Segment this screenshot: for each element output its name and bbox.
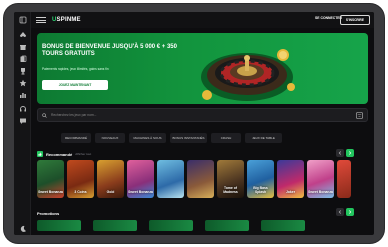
scroll-right-button[interactable] bbox=[346, 149, 354, 157]
welcome-bonus-banner[interactable]: BONUS DE BIENVENUE JUSQU'À 5 000 € + 350… bbox=[37, 33, 368, 104]
banner-subtitle: Paiements rapides, jeux illimités, gains… bbox=[42, 67, 109, 71]
game-tile[interactable]: Big Bass Splash bbox=[247, 160, 274, 198]
game-tile[interactable]: 3 Coins bbox=[67, 160, 94, 198]
moon-icon[interactable] bbox=[18, 224, 27, 233]
filter-icon[interactable] bbox=[356, 112, 363, 119]
game-title: Gold bbox=[106, 190, 115, 195]
tab-instant-bonus[interactable]: BONUS INSTANTANÉS bbox=[170, 133, 207, 143]
scroll-left-button[interactable] bbox=[336, 208, 344, 216]
tab-recommended[interactable]: RECOMMANDÉ bbox=[61, 133, 91, 143]
roulette-wheel-illustration bbox=[201, 49, 295, 101]
chat-icon[interactable] bbox=[18, 116, 27, 125]
hamburger-menu-icon[interactable] bbox=[36, 17, 46, 23]
star-icon[interactable] bbox=[18, 78, 27, 87]
top-bar: USPINME SE CONNECTER S'INSCRIRE bbox=[31, 12, 374, 28]
game-tile[interactable] bbox=[157, 160, 184, 198]
game-search-bar[interactable]: Recherchez les jeux par nom... bbox=[37, 108, 368, 122]
trophy-icon[interactable] bbox=[18, 66, 27, 75]
sidebar-rail bbox=[14, 12, 31, 235]
game-title: 3 Coins bbox=[74, 190, 87, 195]
promotion-card[interactable] bbox=[205, 220, 249, 231]
section-title: Recommandé bbox=[46, 151, 73, 157]
thumbs-up-icon bbox=[37, 151, 43, 157]
spade-icon[interactable] bbox=[18, 30, 27, 39]
game-title bbox=[170, 195, 172, 198]
brand-logo[interactable]: USPINME bbox=[52, 17, 81, 23]
promotions-row bbox=[37, 220, 305, 231]
game-tile[interactable]: Gold bbox=[97, 160, 124, 198]
game-tile[interactable]: Sweet Bonanza bbox=[127, 160, 154, 198]
game-tile[interactable]: Joker bbox=[277, 160, 304, 198]
signup-button[interactable]: S'INSCRIRE bbox=[339, 15, 370, 25]
tab-slots[interactable]: MACHINES À SOUS bbox=[129, 133, 166, 143]
search-input[interactable]: Recherchez les jeux par nom... bbox=[51, 113, 96, 117]
recommended-games-row: Sweet Bonanza 3 Coins Gold Sweet Bonanza… bbox=[37, 160, 351, 198]
promotion-card[interactable] bbox=[149, 220, 193, 231]
game-title: Joker bbox=[285, 190, 296, 195]
game-title: Tome of Madness bbox=[223, 186, 238, 195]
game-tile[interactable]: Sweet Bonanza bbox=[307, 160, 334, 198]
support-icon[interactable] bbox=[18, 104, 27, 113]
promotion-card[interactable] bbox=[261, 220, 305, 231]
menu-collapse-icon[interactable] bbox=[18, 15, 27, 24]
game-title: Sweet Bonanza bbox=[38, 190, 63, 195]
game-title: Sweet Bonanza bbox=[128, 190, 153, 195]
game-title bbox=[200, 195, 202, 198]
gift-icon[interactable] bbox=[18, 42, 27, 51]
banner-title: BONUS DE BIENVENUE JUSQU'À 5 000 € + 350… bbox=[42, 44, 177, 58]
section-title: Promotions bbox=[37, 210, 60, 216]
scroll-right-button[interactable] bbox=[346, 208, 354, 216]
search-icon bbox=[42, 112, 47, 118]
game-tile[interactable]: Tome of Madness bbox=[217, 160, 244, 198]
game-tile[interactable] bbox=[337, 160, 351, 198]
view-all-link[interactable]: Afficher tout bbox=[75, 152, 91, 156]
chart-icon[interactable] bbox=[18, 90, 27, 99]
category-tabs: RECOMMANDÉ NOUVEAUX MACHINES À SOUS BONU… bbox=[61, 133, 282, 143]
game-tile[interactable] bbox=[187, 160, 214, 198]
play-now-button[interactable]: JOUEZ MAINTENANT bbox=[42, 80, 108, 90]
scroll-left-button[interactable] bbox=[336, 149, 344, 157]
login-button[interactable]: SE CONNECTER bbox=[315, 16, 342, 20]
cards-icon[interactable] bbox=[18, 54, 27, 63]
recommended-section-header: Recommandé Afficher tout bbox=[37, 149, 368, 159]
game-tile[interactable]: Sweet Bonanza bbox=[37, 160, 64, 198]
tab-table-games[interactable]: JEUX DE TABLE bbox=[245, 133, 282, 143]
tab-new[interactable]: NOUVEAUX bbox=[95, 133, 125, 143]
game-title bbox=[343, 195, 345, 198]
promotion-card[interactable] bbox=[93, 220, 137, 231]
tablet-frame: USPINME SE CONNECTER S'INSCRIRE BONUS DE… bbox=[4, 4, 384, 243]
promotion-card[interactable] bbox=[37, 220, 81, 231]
promotions-section-header: Promotions bbox=[37, 208, 368, 218]
game-title: Big Bass Splash bbox=[253, 186, 268, 195]
screen: USPINME SE CONNECTER S'INSCRIRE BONUS DE… bbox=[14, 12, 374, 235]
game-title: Sweet Bonanza bbox=[308, 190, 333, 195]
tab-crash[interactable]: CRASH bbox=[211, 133, 241, 143]
